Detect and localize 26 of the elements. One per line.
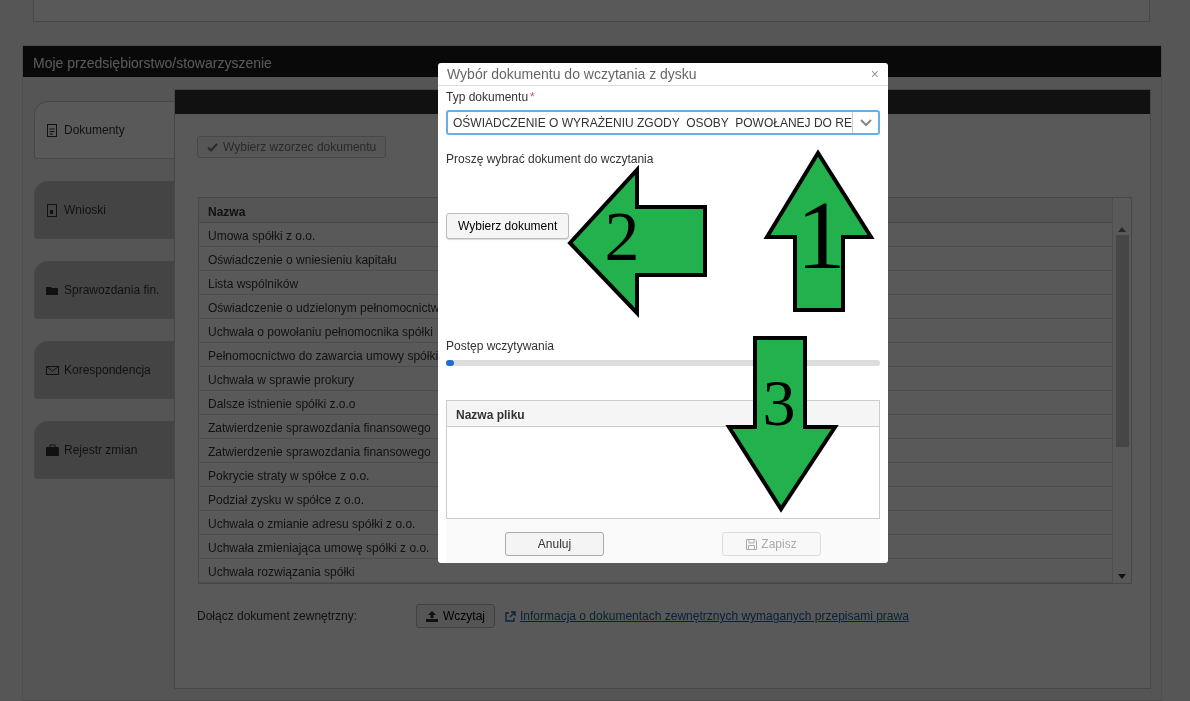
scroll-down-icon[interactable] bbox=[1118, 574, 1126, 579]
chevron-down-icon bbox=[859, 118, 872, 127]
progress-label: Postęp wczytywania bbox=[446, 338, 556, 355]
field-label: Typ dokumentu bbox=[446, 90, 529, 104]
attach-label: Dołącz dokument zewnętrzny: bbox=[197, 608, 359, 625]
tab-label: Dokumenty bbox=[64, 122, 125, 139]
document-icon bbox=[46, 203, 59, 217]
section-title: Moje przedsiębiorstwo/stowarzyszenie bbox=[33, 55, 272, 71]
checkmark-icon bbox=[207, 142, 218, 152]
briefcase-icon bbox=[46, 443, 59, 457]
cancel-button[interactable]: Anuluj bbox=[505, 532, 604, 556]
document-type-select[interactable]: OŚWIADCZENIE O WYRAŻENIU ZGODY OSOBY POWOŁANEJ DO RE bbox=[446, 110, 880, 135]
envelope-icon bbox=[46, 363, 59, 377]
required-mark: * bbox=[530, 90, 535, 104]
dialog-title: Wybór dokumentu do wczytania z dysku bbox=[447, 64, 697, 84]
document-icon bbox=[46, 123, 59, 137]
scroll-up-icon[interactable] bbox=[1118, 227, 1126, 232]
choose-document-button[interactable]: Wybierz dokument bbox=[446, 213, 570, 239]
step-number: 3 bbox=[762, 366, 796, 439]
upload-icon bbox=[426, 610, 438, 622]
info-link[interactable]: Informacja o dokumentach zewnętrznych wymaganych przepisami prawa bbox=[520, 607, 909, 625]
upload-button[interactable]: Wczytaj bbox=[416, 604, 495, 628]
external-link-icon bbox=[505, 610, 516, 622]
instruction-text: Proszę wybrać dokument do wczytania bbox=[446, 151, 655, 168]
sidebar-tab[interactable]: Dokumenty bbox=[34, 101, 174, 159]
close-button[interactable]: × bbox=[868, 67, 881, 81]
